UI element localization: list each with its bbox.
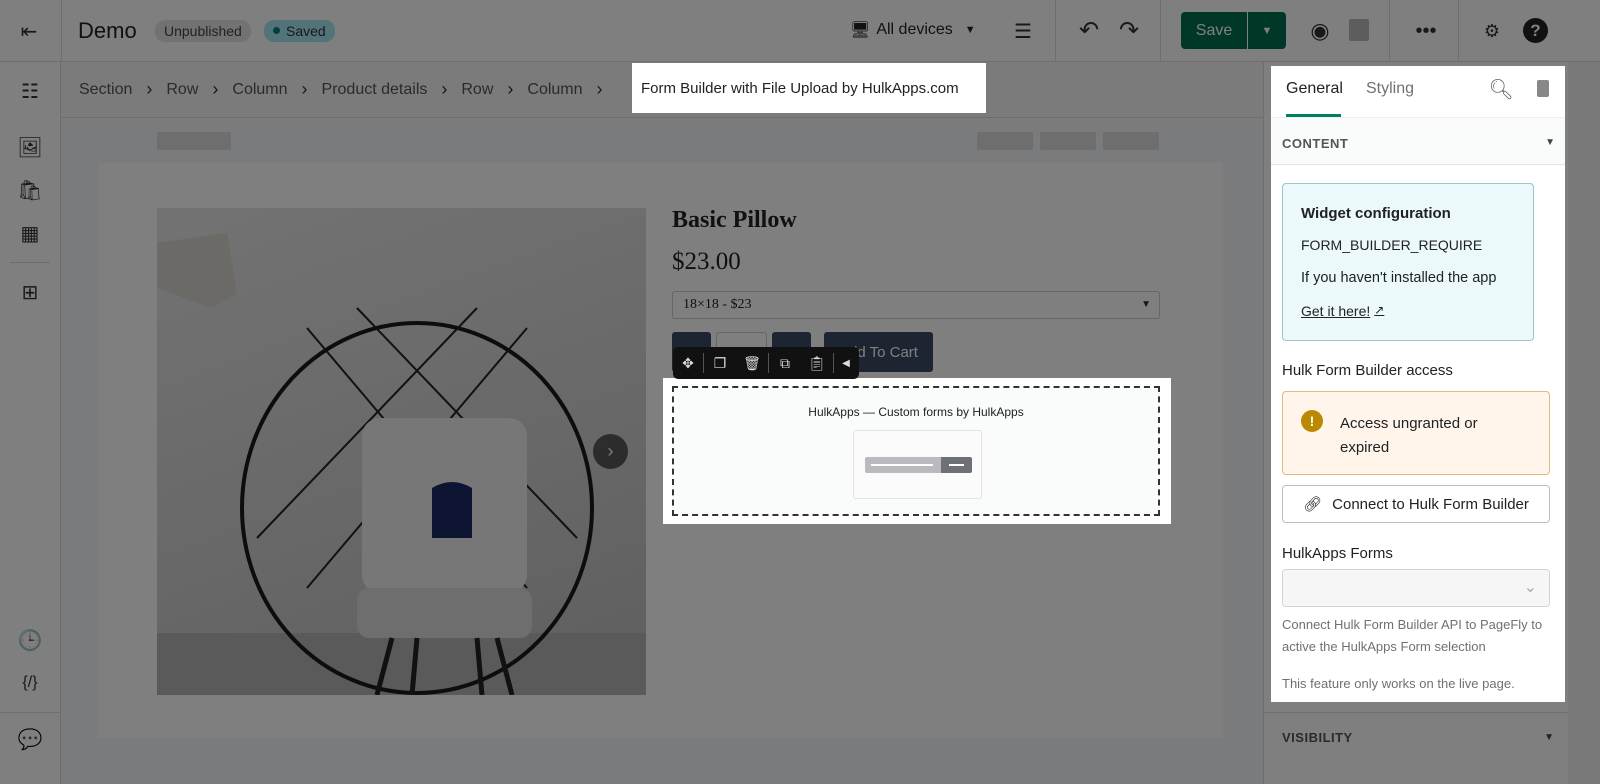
caret-down-icon: ▼: [1545, 137, 1555, 148]
breadcrumb-current[interactable]: Form Builder with File Upload by HulkApp…: [632, 63, 986, 113]
get-app-link-label: Get it here!: [1301, 303, 1371, 319]
form-preview-thumbnail: [853, 430, 982, 499]
forms-help-text: Connect Hulk Form Builder API to PageFly…: [1282, 617, 1543, 654]
access-warning-text: Access ungranted or expired: [1340, 415, 1478, 456]
warning-icon: !: [1301, 410, 1323, 432]
content-header-label: CONTENT: [1282, 136, 1349, 151]
get-app-link[interactable]: Get it here! ↗: [1301, 303, 1384, 319]
button-preview: [941, 457, 972, 473]
form-builder-widget[interactable]: HulkApps — Custom forms by HulkApps: [663, 378, 1171, 524]
config-note: If you haven't installed the app: [1301, 270, 1497, 286]
widget-config-box: Widget configuration FORM_BUILDER_REQUIR…: [1282, 183, 1534, 341]
tab-general[interactable]: General: [1286, 80, 1343, 98]
chevron-down-icon: ⌄: [1523, 579, 1537, 596]
link-plug-icon: 🔗︎: [1303, 496, 1323, 513]
config-title: Widget configuration: [1301, 205, 1451, 222]
element-toolbar: ✥ ❐ 🗑︎ ⧉ 📋︎ ◀: [673, 347, 859, 379]
search-icon[interactable]: 🔍︎: [1488, 77, 1513, 101]
input-preview: [865, 457, 941, 473]
forms-select[interactable]: ⌄: [1282, 569, 1550, 607]
paste-clipboard-icon[interactable]: 📋︎: [801, 355, 833, 372]
access-warning-banner: ! Access ungranted or expired: [1282, 391, 1550, 475]
delete-icon[interactable]: 🗑︎: [736, 355, 768, 372]
connect-button-label: Connect to Hulk Form Builder: [1332, 495, 1529, 513]
content-header[interactable]: CONTENT ▼: [1271, 117, 1565, 165]
live-note: This feature only works on the live page…: [1282, 676, 1515, 691]
access-label: Hulk Form Builder access: [1282, 362, 1453, 379]
panel-highlight: General Styling 🔍︎ CONTENT ▼ Widget conf…: [1271, 66, 1565, 702]
widget-caption: HulkApps — Custom forms by HulkApps: [808, 405, 1024, 419]
copy-icon[interactable]: ⧉: [769, 355, 801, 372]
forms-label: HulkApps Forms: [1282, 545, 1393, 562]
document-icon[interactable]: [1537, 80, 1549, 97]
tab-styling[interactable]: Styling: [1366, 80, 1414, 98]
config-code: FORM_BUILDER_REQUIRE: [1301, 237, 1483, 253]
move-icon[interactable]: ✥: [673, 355, 703, 372]
duplicate-icon[interactable]: ❐: [704, 355, 736, 372]
connect-button[interactable]: 🔗︎ Connect to Hulk Form Builder: [1282, 485, 1550, 523]
external-link-icon: ↗: [1374, 303, 1385, 317]
widget-dashed-frame: HulkApps — Custom forms by HulkApps: [672, 386, 1160, 516]
collapse-left-icon[interactable]: ◀: [834, 358, 858, 369]
